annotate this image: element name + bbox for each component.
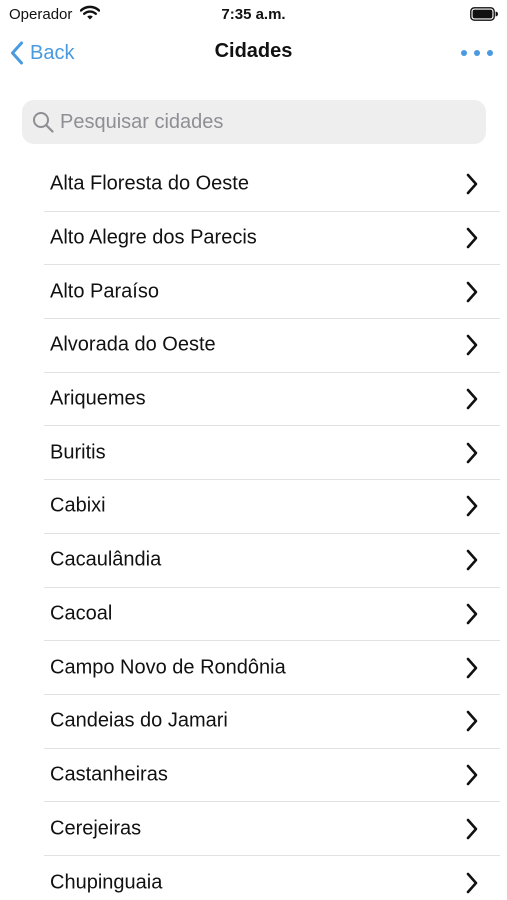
city-name: Cacoal	[50, 602, 113, 625]
chevron-right-icon	[466, 174, 478, 195]
city-name: Campo Novo de Rondônia	[50, 656, 286, 679]
list-item[interactable]: Alto Alegre dos Parecis	[44, 212, 500, 266]
list-item[interactable]: Cerejeiras	[44, 802, 500, 856]
list-item[interactable]: Castanheiras	[44, 749, 500, 803]
city-name: Candeias do Jamari	[50, 709, 228, 732]
city-name: Castanheiras	[50, 763, 168, 786]
city-name: Alvorada do Oeste	[50, 333, 216, 356]
list-item[interactable]: Chupinguaia	[44, 856, 500, 900]
screen: Operador 7:35 a.m. Back Cidades Pesquisa…	[0, 0, 507, 900]
page-title: Cidades	[214, 40, 293, 62]
city-name: Buritis	[50, 441, 106, 464]
chevron-right-icon	[466, 603, 478, 625]
list-item[interactable]: Candeias do Jamari	[44, 695, 500, 749]
status-time: 7:35 a.m.	[221, 6, 286, 23]
back-button[interactable]: Back	[10, 38, 74, 68]
chevron-right-icon	[466, 549, 478, 571]
list-item[interactable]: Ariquemes	[44, 373, 500, 427]
chevron-right-icon	[466, 818, 478, 839]
chevron-right-icon	[466, 710, 478, 732]
search-bar[interactable]	[22, 100, 486, 144]
more-options-button[interactable]	[461, 40, 493, 66]
list-item[interactable]: Cabixi	[44, 480, 500, 534]
city-name: Alta Floresta do Oeste	[50, 172, 249, 195]
navigation-bar: Back Cidades	[0, 28, 507, 78]
city-list: Alta Floresta do Oeste Alto Alegre dos Pa…	[0, 158, 507, 900]
city-name: Cerejeiras	[50, 817, 142, 840]
city-name: Alto Paraíso	[50, 280, 159, 303]
chevron-right-icon	[466, 657, 478, 678]
list-item[interactable]: Buritis	[44, 426, 500, 481]
city-name: Cacaulândia	[50, 548, 162, 571]
more-horizontal-icon	[461, 50, 467, 56]
back-label: Back	[30, 41, 75, 64]
search-icon	[33, 112, 54, 133]
chevron-left-icon	[11, 41, 23, 65]
list-item[interactable]: Alto Paraíso	[44, 265, 500, 320]
city-name: Cabixi	[50, 494, 106, 517]
chevron-right-icon	[466, 227, 478, 249]
chevron-right-icon	[466, 335, 478, 356]
chevron-right-icon	[466, 442, 478, 464]
chevron-right-icon	[466, 764, 478, 786]
battery-icon	[470, 7, 498, 21]
city-name: Chupinguaia	[50, 871, 163, 894]
chevron-right-icon	[466, 496, 478, 517]
status-bar: Operador 7:35 a.m.	[0, 0, 507, 28]
city-name: Ariquemes	[50, 387, 146, 410]
chevron-right-icon	[466, 872, 478, 894]
city-name: Alto Alegre dos Parecis	[50, 226, 257, 249]
search-input[interactable]	[60, 100, 486, 144]
chevron-right-icon	[466, 388, 478, 410]
list-item[interactable]: Alta Floresta do Oeste	[44, 158, 500, 212]
list-item[interactable]: Cacaulândia	[44, 534, 500, 588]
list-item[interactable]: Alvorada do Oeste	[44, 319, 500, 373]
list-item[interactable]: Cacoal	[44, 588, 500, 642]
chevron-right-icon	[466, 281, 478, 303]
list-item[interactable]: Campo Novo de Rondônia	[44, 641, 500, 695]
